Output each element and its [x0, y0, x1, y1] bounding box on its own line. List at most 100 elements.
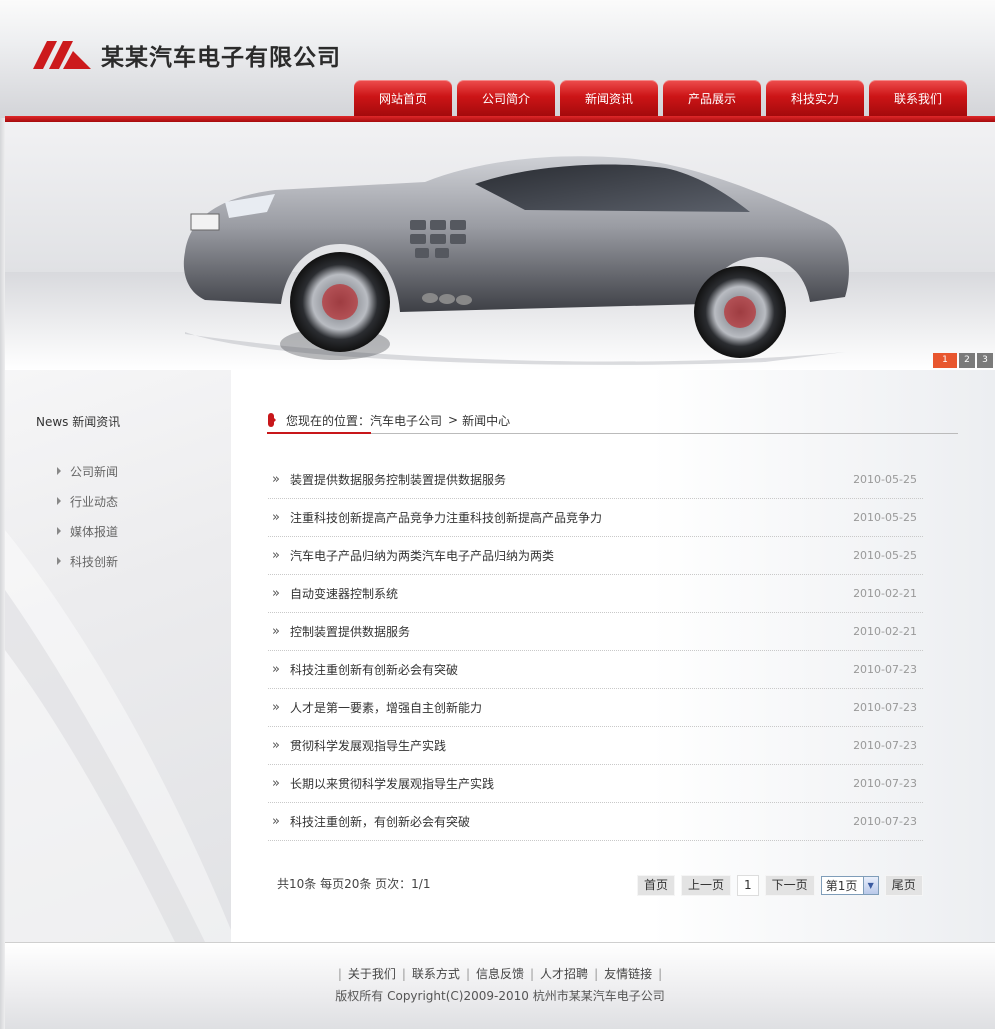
news-title[interactable]: 自动变速器控制系统	[290, 585, 398, 602]
footer-separator: |	[401, 967, 406, 981]
breadcrumb-accent-line	[267, 432, 371, 434]
footer-links: | 关于我们 | 联系方式 | 信息反馈 | 人才招聘 | 友情链接 |	[5, 965, 995, 982]
news-title[interactable]: 科技注重创新，有创新必会有突破	[290, 813, 470, 830]
news-title[interactable]: 贯彻科学发展观指导生产实践	[290, 737, 446, 754]
triangle-right-icon	[57, 497, 61, 505]
footer-link-partners[interactable]: 友情链接	[604, 967, 652, 981]
news-list: » 装置提供数据服务控制装置提供数据服务 2010-05-25 » 注重科技创新提高产…	[268, 461, 923, 841]
news-date: 2010-07-23	[853, 739, 917, 752]
slide-dot-3[interactable]: 3	[977, 353, 993, 368]
news-date: 2010-05-25	[853, 473, 917, 486]
sidebar-item-company-news[interactable]: 公司新闻	[57, 456, 118, 486]
footer-link-feedback[interactable]: 信息反馈	[476, 967, 524, 981]
sidebar-item-label: 公司新闻	[70, 464, 119, 479]
list-item[interactable]: » 注重科技创新提高产品竞争力注重科技创新提高产品竞争力 2010-05-25	[268, 499, 923, 537]
news-title[interactable]: 长期以来贯彻科学发展观指导生产实践	[290, 775, 494, 792]
nav-item-about[interactable]: 公司简介	[457, 80, 555, 116]
logo-icon	[33, 41, 91, 69]
sidebar-item-label: 媒体报道	[70, 524, 119, 539]
slide-dot-2[interactable]: 2	[959, 353, 975, 368]
news-date: 2010-07-23	[853, 701, 917, 714]
chevron-down-icon: ▼	[862, 877, 878, 894]
sidebar-item-label: 科技创新	[70, 554, 119, 569]
sidebar-item-label: 行业动态	[70, 494, 119, 509]
triangle-right-icon	[57, 467, 61, 475]
breadcrumb-separator: >	[448, 413, 459, 427]
nav-item-technology[interactable]: 科技实力	[766, 80, 864, 116]
car-image	[5, 156, 995, 370]
sidebar-item-media[interactable]: 媒体报道	[57, 516, 118, 546]
footer-separator: |	[465, 967, 470, 981]
slide-dot-1[interactable]: 1	[933, 353, 957, 368]
list-item[interactable]: » 控制装置提供数据服务 2010-02-21	[268, 613, 923, 651]
page-select-value: 第1页	[825, 879, 858, 893]
footer-separator: |	[658, 967, 663, 981]
page-select[interactable]: 第1页 ▼	[820, 876, 879, 895]
list-item[interactable]: » 装置提供数据服务控制装置提供数据服务 2010-05-25	[268, 461, 923, 499]
list-item[interactable]: » 贯彻科学发展观指导生产实践 2010-07-23	[268, 727, 923, 765]
list-item[interactable]: » 自动变速器控制系统 2010-02-21	[268, 575, 923, 613]
breadcrumb: 您现在的位置： 汽车电子公司 > 新闻中心	[267, 407, 958, 434]
double-chevron-icon: »	[272, 472, 280, 487]
list-item[interactable]: » 汽车电子产品归纳为两类汽车电子产品归纳为两类 2010-05-25	[268, 537, 923, 575]
footer-link-about[interactable]: 关于我们	[348, 967, 396, 981]
first-page-button[interactable]: 首页	[637, 875, 676, 896]
location-marker-icon	[268, 413, 276, 427]
news-title[interactable]: 科技注重创新有创新必会有突破	[290, 661, 458, 678]
footer-separator: |	[530, 967, 535, 981]
news-date: 2010-05-25	[853, 549, 917, 562]
next-page-button[interactable]: 下一页	[764, 875, 815, 896]
footer-link-jobs[interactable]: 人才招聘	[540, 967, 588, 981]
list-item[interactable]: » 科技注重创新有创新必会有突破 2010-07-23	[268, 651, 923, 689]
sidebar-item-industry[interactable]: 行业动态	[57, 486, 118, 516]
pagination: 首页 上一页 1 下一页 第1页 ▼ 尾页	[637, 875, 929, 896]
double-chevron-icon: »	[272, 662, 280, 677]
footer-link-contact[interactable]: 联系方式	[412, 967, 460, 981]
last-page-button[interactable]: 尾页	[884, 875, 923, 896]
news-date: 2010-02-21	[853, 587, 917, 600]
sidebar-title-en: News	[36, 415, 69, 429]
sidebar-item-innovation[interactable]: 科技创新	[57, 546, 118, 576]
list-item[interactable]: » 长期以来贯彻科学发展观指导生产实践 2010-07-23	[268, 765, 923, 803]
double-chevron-icon: »	[272, 738, 280, 753]
news-title[interactable]: 汽车电子产品归纳为两类汽车电子产品归纳为两类	[290, 547, 554, 564]
sidebar: News 新闻资讯 公司新闻 行业动态 媒体报道 科技创新	[5, 370, 231, 942]
double-chevron-icon: »	[272, 776, 280, 791]
double-chevron-icon: »	[272, 624, 280, 639]
double-chevron-icon: »	[272, 814, 280, 829]
breadcrumb-current: 新闻中心	[462, 413, 511, 428]
news-date: 2010-07-23	[853, 815, 917, 828]
double-chevron-icon: »	[272, 586, 280, 601]
double-chevron-icon: »	[272, 548, 280, 563]
double-chevron-icon: »	[272, 510, 280, 525]
nav-item-home[interactable]: 网站首页	[354, 80, 452, 116]
list-item[interactable]: » 人才是第一要素，增强自主创新能力 2010-07-23	[268, 689, 923, 727]
nav-item-news[interactable]: 新闻资讯	[560, 80, 658, 116]
current-page-number: 1	[737, 875, 759, 896]
company-name: 某某汽车电子有限公司	[101, 45, 341, 71]
news-title[interactable]: 控制装置提供数据服务	[290, 623, 410, 640]
news-title[interactable]: 人才是第一要素，增强自主创新能力	[290, 699, 482, 716]
page: 某某汽车电子有限公司 网站首页 公司简介 新闻资讯 产品展示 科技实力 联系我们	[0, 0, 995, 1029]
breadcrumb-prefix: 您现在的位置：	[286, 413, 371, 428]
breadcrumb-home[interactable]: 汽车电子公司	[370, 412, 442, 429]
triangle-right-icon	[57, 527, 61, 535]
sidebar-list: 公司新闻 行业动态 媒体报道 科技创新	[57, 456, 118, 576]
nav-item-contact[interactable]: 联系我们	[869, 80, 967, 116]
main-nav: 网站首页 公司简介 新闻资讯 产品展示 科技实力 联系我们	[354, 80, 972, 116]
news-date: 2010-07-23	[853, 663, 917, 676]
news-title[interactable]: 装置提供数据服务控制装置提供数据服务	[290, 471, 506, 488]
banner: 1 2 3	[5, 122, 995, 370]
news-date: 2010-07-23	[853, 777, 917, 790]
nav-item-products[interactable]: 产品展示	[663, 80, 761, 116]
footer-separator: |	[337, 967, 342, 981]
site-header: 某某汽车电子有限公司 网站首页 公司简介 新闻资讯 产品展示 科技实力 联系我们	[0, 0, 995, 118]
news-date: 2010-05-25	[853, 511, 917, 524]
banner-slide-indicator: 1 2 3	[931, 353, 993, 368]
news-title[interactable]: 注重科技创新提高产品竞争力注重科技创新提高产品竞争力	[290, 509, 602, 526]
sidebar-title: News 新闻资讯	[36, 413, 120, 430]
prev-page-button[interactable]: 上一页	[681, 875, 732, 896]
list-item[interactable]: » 科技注重创新，有创新必会有突破 2010-07-23	[268, 803, 923, 841]
logo[interactable]: 某某汽车电子有限公司	[33, 38, 341, 72]
pagination-info: 共10条 每页20条 页次：1/1	[277, 877, 431, 891]
